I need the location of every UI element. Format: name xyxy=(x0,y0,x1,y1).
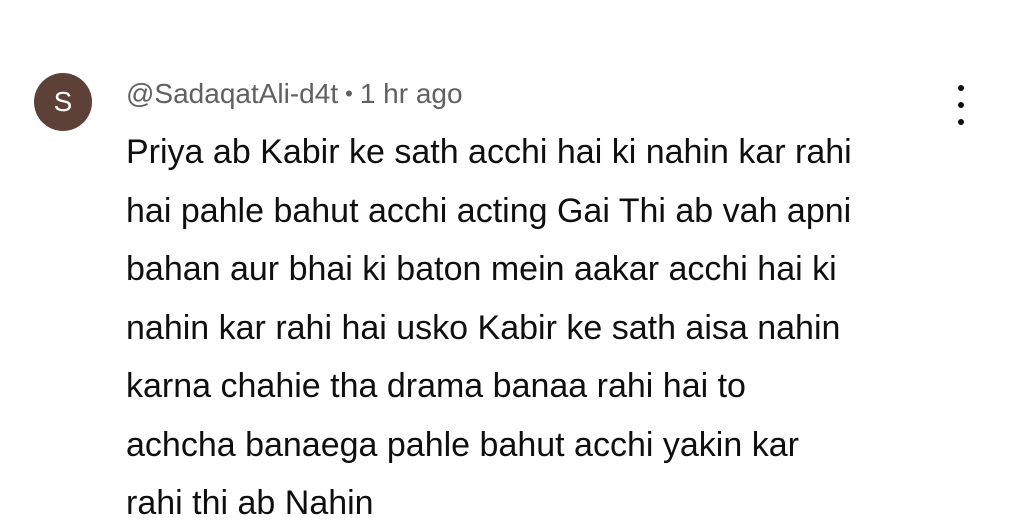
comment-line: karna chahie tha drama banaa rahi hai to xyxy=(126,367,746,405)
comment-line: nahin kar rahi hai usko Kabir ke sath ai… xyxy=(126,308,841,347)
comment-card: S @SadaqatAli-d4t • 1 hr ago Priya ab Ka… xyxy=(0,0,1024,520)
comment-text: Priya ab Kabir ke sath acchi hai ki nahi… xyxy=(126,123,966,520)
more-vert-icon[interactable] xyxy=(945,85,977,125)
timestamp[interactable]: 1 hr ago xyxy=(360,78,463,110)
comment-line: rahi thi ab Nahin xyxy=(126,484,374,520)
comment-line: Priya ab Kabir ke sath acchi hai ki nahi… xyxy=(126,133,852,171)
comment-line: hai pahle bahut acchi acting Gai Thi ab … xyxy=(126,191,852,230)
menu-dot xyxy=(958,102,964,108)
comment-line: achcha banaega pahle bahut acchi yakin k… xyxy=(126,425,799,464)
menu-dot xyxy=(958,85,964,91)
comment-header: @SadaqatAli-d4t • 1 hr ago xyxy=(126,74,463,114)
avatar[interactable]: S xyxy=(34,73,92,131)
separator-dot: • xyxy=(345,81,353,106)
author-handle[interactable]: @SadaqatAli-d4t xyxy=(126,78,338,110)
comment-line: bahan aur bhai ki baton mein aakar acchi… xyxy=(126,250,837,288)
